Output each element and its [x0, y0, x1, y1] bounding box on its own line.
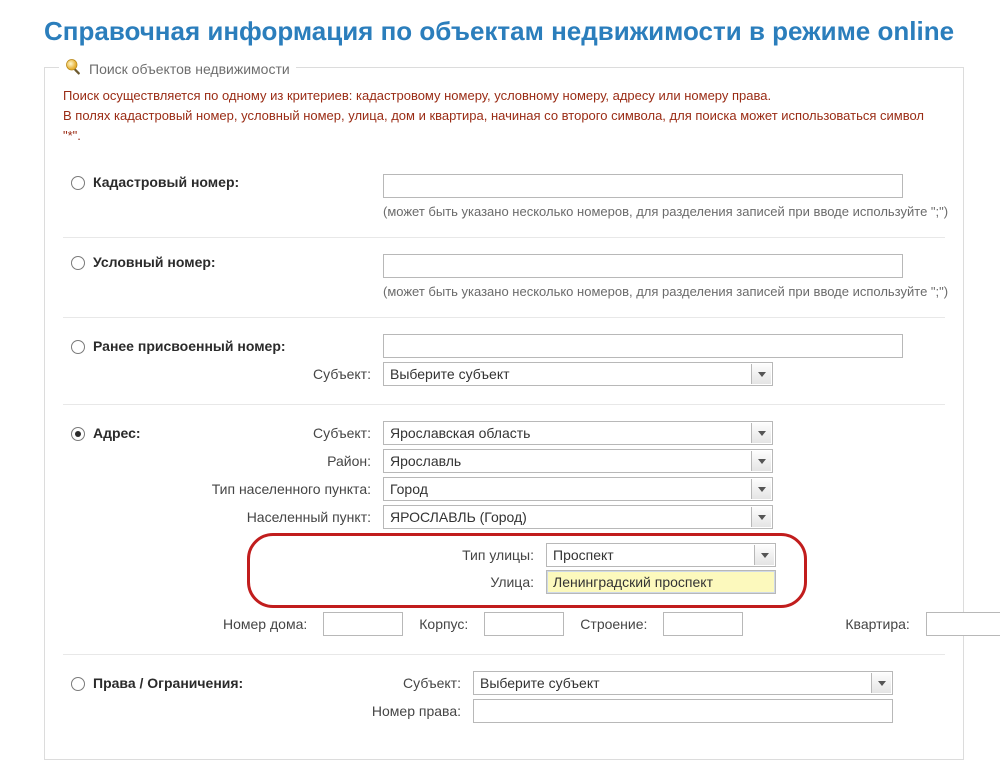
house-input[interactable]	[323, 612, 403, 636]
label-addr-subject: Субъект:	[180, 425, 383, 441]
previous-input[interactable]	[383, 334, 903, 358]
loc-type-value: Город	[390, 481, 428, 497]
radio-previous[interactable]	[71, 340, 85, 354]
chevron-down-icon	[754, 545, 774, 565]
prev-subject-select[interactable]: Выберите субъект	[383, 362, 773, 386]
street-type-select[interactable]: Проспект	[546, 543, 776, 567]
radio-cadastral[interactable]	[71, 176, 85, 190]
search-legend: Поиск объектов недвижимости	[59, 58, 296, 79]
label-rayon: Район:	[93, 453, 383, 469]
search-legend-text: Поиск объектов недвижимости	[89, 61, 290, 77]
label-house: Номер дома:	[223, 616, 307, 632]
label-korpus: Корпус:	[419, 616, 468, 632]
warning-line-2: В полях кадастровый номер, условный номе…	[63, 106, 945, 146]
korpus-input[interactable]	[484, 612, 564, 636]
radio-conditional[interactable]	[71, 256, 85, 270]
label-flat: Квартира:	[845, 616, 909, 632]
label-cadastral: Кадастровый номер:	[93, 174, 383, 190]
conditional-input[interactable]	[383, 254, 903, 278]
label-previous: Ранее присвоенный номер:	[93, 338, 383, 354]
rayon-select[interactable]: Ярославль	[383, 449, 773, 473]
chevron-down-icon	[871, 673, 891, 693]
prev-subject-value: Выберите субъект	[390, 366, 510, 382]
locality-select[interactable]: ЯРОСЛАВЛЬ (Город)	[383, 505, 773, 529]
label-conditional: Условный номер:	[93, 254, 383, 270]
label-rights: Права / Ограничения:	[93, 675, 283, 691]
cadastral-input[interactable]	[383, 174, 903, 198]
addr-subject-value: Ярославская область	[390, 425, 530, 441]
rights-subject-value: Выберите субъект	[480, 675, 600, 691]
locality-value: ЯРОСЛАВЛЬ (Город)	[390, 509, 527, 525]
label-street-type: Тип улицы:	[256, 547, 546, 563]
street-type-value: Проспект	[553, 547, 614, 563]
highlight-annotation: Тип улицы: Проспект Улица:	[247, 533, 807, 608]
radio-rights[interactable]	[71, 677, 85, 691]
label-rights-subject: Субъект:	[283, 675, 473, 691]
rights-subject-select[interactable]: Выберите субъект	[473, 671, 893, 695]
label-locality: Населенный пункт:	[93, 509, 383, 525]
label-prev-subject: Субъект:	[93, 366, 383, 382]
radio-address[interactable]	[71, 427, 85, 441]
building-input[interactable]	[663, 612, 743, 636]
street-input[interactable]	[546, 570, 776, 594]
flat-input[interactable]	[926, 612, 1000, 636]
page-title: Справочная информация по объектам недвиж…	[44, 16, 964, 47]
cadastral-hint: (может быть указано несколько номеров, д…	[383, 204, 948, 219]
loc-type-select[interactable]: Город	[383, 477, 773, 501]
label-loc-type: Тип населенного пункта:	[93, 481, 383, 497]
chevron-down-icon	[751, 364, 771, 384]
chevron-down-icon	[751, 507, 771, 527]
warning-line-1: Поиск осуществляется по одному из критер…	[63, 86, 945, 106]
conditional-hint: (может быть указано несколько номеров, д…	[383, 284, 948, 299]
label-street: Улица:	[256, 574, 546, 590]
warning-text: Поиск осуществляется по одному из критер…	[63, 86, 945, 146]
search-fieldset: Поиск объектов недвижимости Поиск осущес…	[44, 67, 964, 760]
chevron-down-icon	[751, 451, 771, 471]
right-no-input[interactable]	[473, 699, 893, 723]
rayon-value: Ярославль	[390, 453, 461, 469]
chevron-down-icon	[751, 423, 771, 443]
chevron-down-icon	[751, 479, 771, 499]
label-building: Строение:	[580, 616, 647, 632]
magnifier-icon	[65, 58, 89, 79]
label-address: Адрес:	[93, 425, 180, 441]
label-right-no: Номер права:	[93, 703, 473, 719]
addr-subject-select[interactable]: Ярославская область	[383, 421, 773, 445]
